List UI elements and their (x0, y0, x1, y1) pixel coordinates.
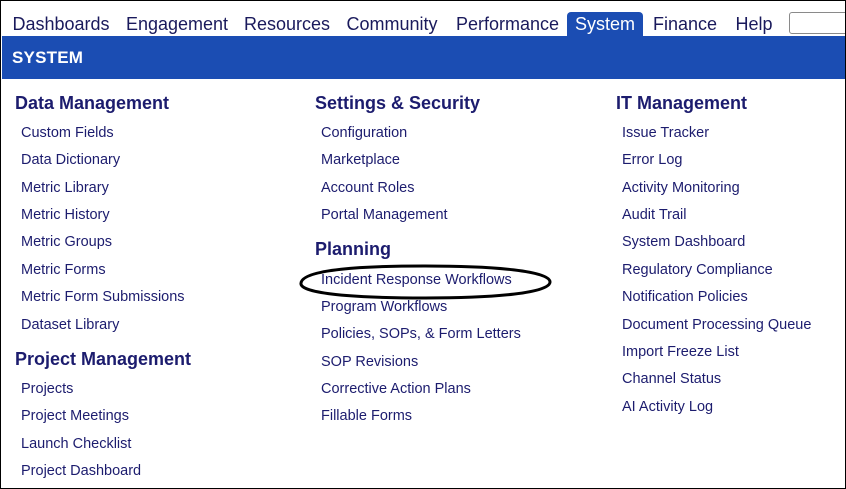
link-fillable-forms[interactable]: Fillable Forms (321, 408, 412, 424)
link-dataset-library[interactable]: Dataset Library (21, 317, 119, 333)
link-regulatory-compliance[interactable]: Regulatory Compliance (622, 262, 773, 278)
search-input[interactable] (789, 12, 845, 34)
section-header: SYSTEM (2, 36, 845, 79)
link-launch-checklist[interactable]: Launch Checklist (21, 436, 131, 452)
link-system-dashboard[interactable]: System Dashboard (622, 234, 745, 250)
link-project-dashboard[interactable]: Project Dashboard (21, 463, 141, 479)
group-title-settings-security: Settings & Security (315, 93, 481, 113)
link-activity-monitoring[interactable]: Activity Monitoring (622, 180, 740, 196)
tab-dashboards[interactable]: Dashboards (7, 13, 115, 36)
group-title-project-management: Project Management (15, 349, 192, 369)
section-title: SYSTEM (12, 48, 84, 67)
link-ai-activity-log[interactable]: AI Activity Log (622, 399, 713, 415)
group-title-it-management: IT Management (616, 93, 748, 113)
link-metric-forms[interactable]: Metric Forms (21, 262, 106, 278)
tab-finance[interactable]: Finance (648, 13, 722, 36)
link-metric-library[interactable]: Metric Library (21, 180, 109, 196)
link-error-log[interactable]: Error Log (622, 152, 682, 168)
link-audit-trail[interactable]: Audit Trail (622, 207, 686, 223)
top-navigation: Dashboards Engagement Resources Communit… (1, 1, 845, 36)
link-account-roles[interactable]: Account Roles (321, 180, 415, 196)
link-import-freeze-list[interactable]: Import Freeze List (622, 344, 739, 360)
link-metric-form-submissions[interactable]: Metric Form Submissions (21, 289, 185, 305)
tab-engagement[interactable]: Engagement (121, 13, 233, 36)
link-metric-groups[interactable]: Metric Groups (21, 234, 112, 250)
link-portal-management[interactable]: Portal Management (321, 207, 448, 223)
link-document-processing-queue[interactable]: Document Processing Queue (622, 317, 811, 333)
group-title-data-management: Data Management (15, 93, 170, 113)
link-program-workflows[interactable]: Program Workflows (321, 299, 447, 315)
link-metric-history[interactable]: Metric History (21, 207, 110, 223)
link-incident-response-workflows[interactable]: Incident Response Workflows (321, 272, 512, 288)
tab-resources[interactable]: Resources (241, 13, 333, 36)
link-data-dictionary[interactable]: Data Dictionary (21, 152, 120, 168)
tab-system[interactable]: System (567, 12, 643, 36)
link-channel-status[interactable]: Channel Status (622, 371, 721, 387)
link-policies-sops-form-letters[interactable]: Policies, SOPs, & Form Letters (321, 326, 521, 342)
link-custom-fields[interactable]: Custom Fields (21, 125, 114, 141)
tab-performance[interactable]: Performance (452, 13, 563, 36)
link-projects[interactable]: Projects (21, 381, 73, 397)
window-frame: Dashboards Engagement Resources Communit… (0, 0, 846, 489)
link-corrective-action-plans[interactable]: Corrective Action Plans (321, 381, 471, 397)
tab-help[interactable]: Help (730, 13, 778, 36)
group-title-planning: Planning (315, 239, 391, 259)
tab-community[interactable]: Community (341, 13, 443, 36)
link-marketplace[interactable]: Marketplace (321, 152, 400, 168)
link-sop-revisions[interactable]: SOP Revisions (321, 354, 418, 370)
link-project-meetings[interactable]: Project Meetings (21, 408, 129, 424)
link-issue-tracker[interactable]: Issue Tracker (622, 125, 709, 141)
link-configuration[interactable]: Configuration (321, 125, 407, 141)
link-notification-policies[interactable]: Notification Policies (622, 289, 748, 305)
